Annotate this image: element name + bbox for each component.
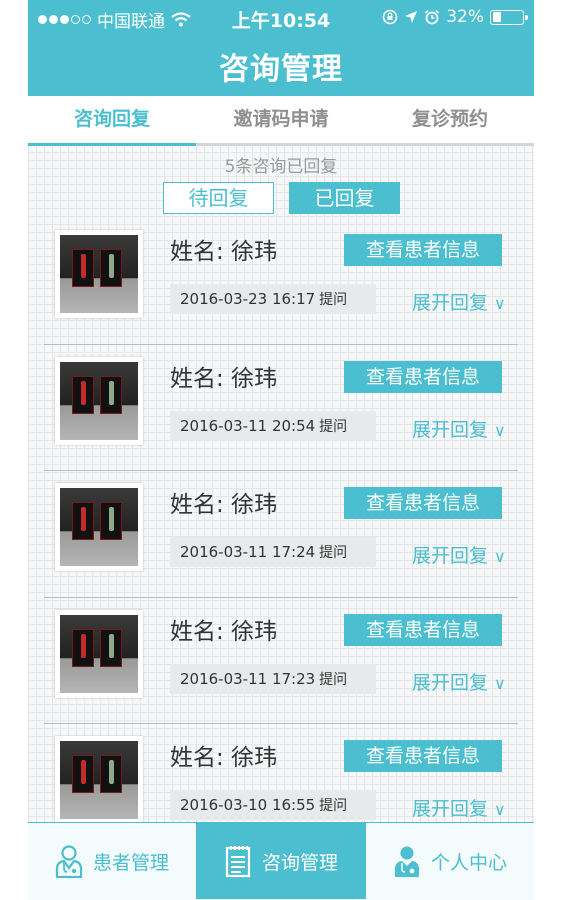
doctor-icon [55, 845, 83, 878]
patient-name: 姓名: 徐玮 [170, 492, 278, 518]
nav-personal-center-label: 个人中心 [430, 851, 507, 874]
consultation-list: 姓名: 徐玮 查看患者信息 2016-03-23 16:17 提问 展开回复 ∨ 姓… [28, 218, 534, 851]
app-screen: 中国联通 上午10:54 32% 咨询管理 咨询回复 邀请码申请 复诊预约 5条… [28, 0, 534, 900]
expand-reply-label: 展开回复 [412, 292, 489, 314]
alarm-clock-icon [425, 9, 440, 25]
expand-reply-button[interactable]: 展开回复 ∨ [412, 794, 506, 821]
reply-count-summary: 5条咨询已回复 [224, 157, 338, 177]
question-time-value: 2016-03-11 20:54 [180, 416, 316, 435]
chevron-down-icon: ∨ [494, 294, 506, 313]
patient-photo[interactable] [55, 483, 143, 571]
question-time: 2016-03-11 20:54 提问 [170, 410, 376, 441]
chevron-down-icon: ∨ [494, 420, 506, 440]
user-profile-icon [394, 846, 419, 877]
orientation-lock-icon [382, 9, 398, 25]
patient-name: 姓名: 徐玮 [170, 745, 278, 771]
expand-reply-button[interactable]: 展开回复 ∨ [412, 415, 506, 442]
patient-photo[interactable] [55, 736, 143, 824]
consultation-card: 姓名: 徐玮 查看患者信息 2016-03-11 17:23 提问 展开回复 ∨ [44, 598, 518, 724]
expand-reply-label: 展开回复 [412, 798, 489, 820]
expand-reply-button[interactable]: 展开回复 ∨ [412, 288, 506, 315]
bottom-nav: 患者管理 咨询管理 个人中心 [28, 822, 534, 900]
question-time-suffix: 提问 [319, 418, 348, 435]
patient-name: 姓名: 徐玮 [170, 618, 278, 645]
question-time: 2016-03-10 16:55 提问 [170, 790, 376, 820]
status-right: 32% [382, 7, 528, 27]
patient-name: 姓名: 徐玮 [170, 365, 278, 392]
filter-pending-button[interactable]: 待回复 [163, 182, 274, 214]
question-time-suffix: 提问 [319, 798, 348, 814]
view-patient-info-button[interactable]: 查看患者信息 [344, 234, 502, 266]
nav-consult-management[interactable]: 咨询管理 [196, 823, 366, 899]
view-patient-info-button[interactable]: 查看患者信息 [344, 487, 502, 519]
tab-consult-reply[interactable]: 咨询回复 [28, 96, 196, 143]
question-time-suffix: 提问 [319, 671, 348, 688]
nav-patient-management[interactable]: 患者管理 [28, 823, 196, 899]
consultation-card: 姓名: 徐玮 查看患者信息 2016-03-11 20:54 提问 展开回复 ∨ [44, 345, 518, 471]
expand-reply-button[interactable]: 展开回复 ∨ [412, 668, 506, 695]
view-patient-info-button[interactable]: 查看患者信息 [344, 740, 502, 772]
expand-reply-label: 展开回复 [412, 418, 489, 441]
chevron-down-icon: ∨ [494, 800, 506, 819]
question-time: 2016-03-11 17:24 提问 [170, 537, 376, 567]
patient-name: 姓名: 徐玮 [170, 239, 278, 265]
consultation-card: 姓名: 徐玮 查看患者信息 2016-03-11 17:24 提问 展开回复 ∨ [44, 471, 518, 598]
patient-photo[interactable] [55, 230, 143, 318]
expand-reply-label: 展开回复 [412, 545, 489, 567]
question-time-value: 2016-03-11 17:24 [180, 543, 316, 561]
view-patient-info-button[interactable]: 查看患者信息 [344, 613, 502, 646]
status-bar: 中国联通 上午10:54 32% [28, 0, 534, 34]
location-arrow-icon [405, 11, 418, 23]
consultation-card: 姓名: 徐玮 查看患者信息 2016-03-23 16:17 提问 展开回复 ∨ [44, 218, 518, 345]
question-time: 2016-03-11 17:23 提问 [170, 663, 376, 694]
clipboard-icon [225, 846, 251, 878]
view-patient-info-button[interactable]: 查看患者信息 [344, 360, 502, 393]
battery-icon [490, 9, 528, 25]
question-time-suffix: 提问 [319, 292, 348, 308]
nav-personal-center[interactable]: 个人中心 [366, 823, 534, 899]
chevron-down-icon: ∨ [494, 547, 506, 566]
patient-photo[interactable] [55, 609, 143, 698]
nav-patient-management-label: 患者管理 [92, 851, 169, 874]
expand-reply-button[interactable]: 展开回复 ∨ [412, 541, 506, 568]
tab-bar: 咨询回复 邀请码申请 复诊预约 [28, 96, 534, 146]
question-time-value: 2016-03-10 16:55 [180, 796, 316, 814]
filter-replied-button[interactable]: 已回复 [289, 182, 400, 214]
expand-reply-label: 展开回复 [412, 671, 489, 694]
top-bar: 中国联通 上午10:54 32% 咨询管理 [28, 0, 534, 96]
question-time-value: 2016-03-11 17:23 [180, 669, 316, 688]
tab-follow-up[interactable]: 复诊预约 [366, 96, 534, 143]
page-title: 咨询管理 [219, 52, 343, 87]
tab-active-indicator [28, 143, 196, 146]
battery-percent: 32% [446, 7, 484, 27]
question-time: 2016-03-23 16:17 提问 [170, 284, 376, 314]
chevron-down-icon: ∨ [494, 673, 506, 693]
patient-photo[interactable] [55, 356, 143, 445]
nav-consult-management-label: 咨询管理 [261, 851, 338, 874]
tab-invite-code[interactable]: 邀请码申请 [196, 96, 366, 143]
question-time-suffix: 提问 [319, 545, 348, 561]
question-time-value: 2016-03-23 16:17 [180, 290, 316, 308]
